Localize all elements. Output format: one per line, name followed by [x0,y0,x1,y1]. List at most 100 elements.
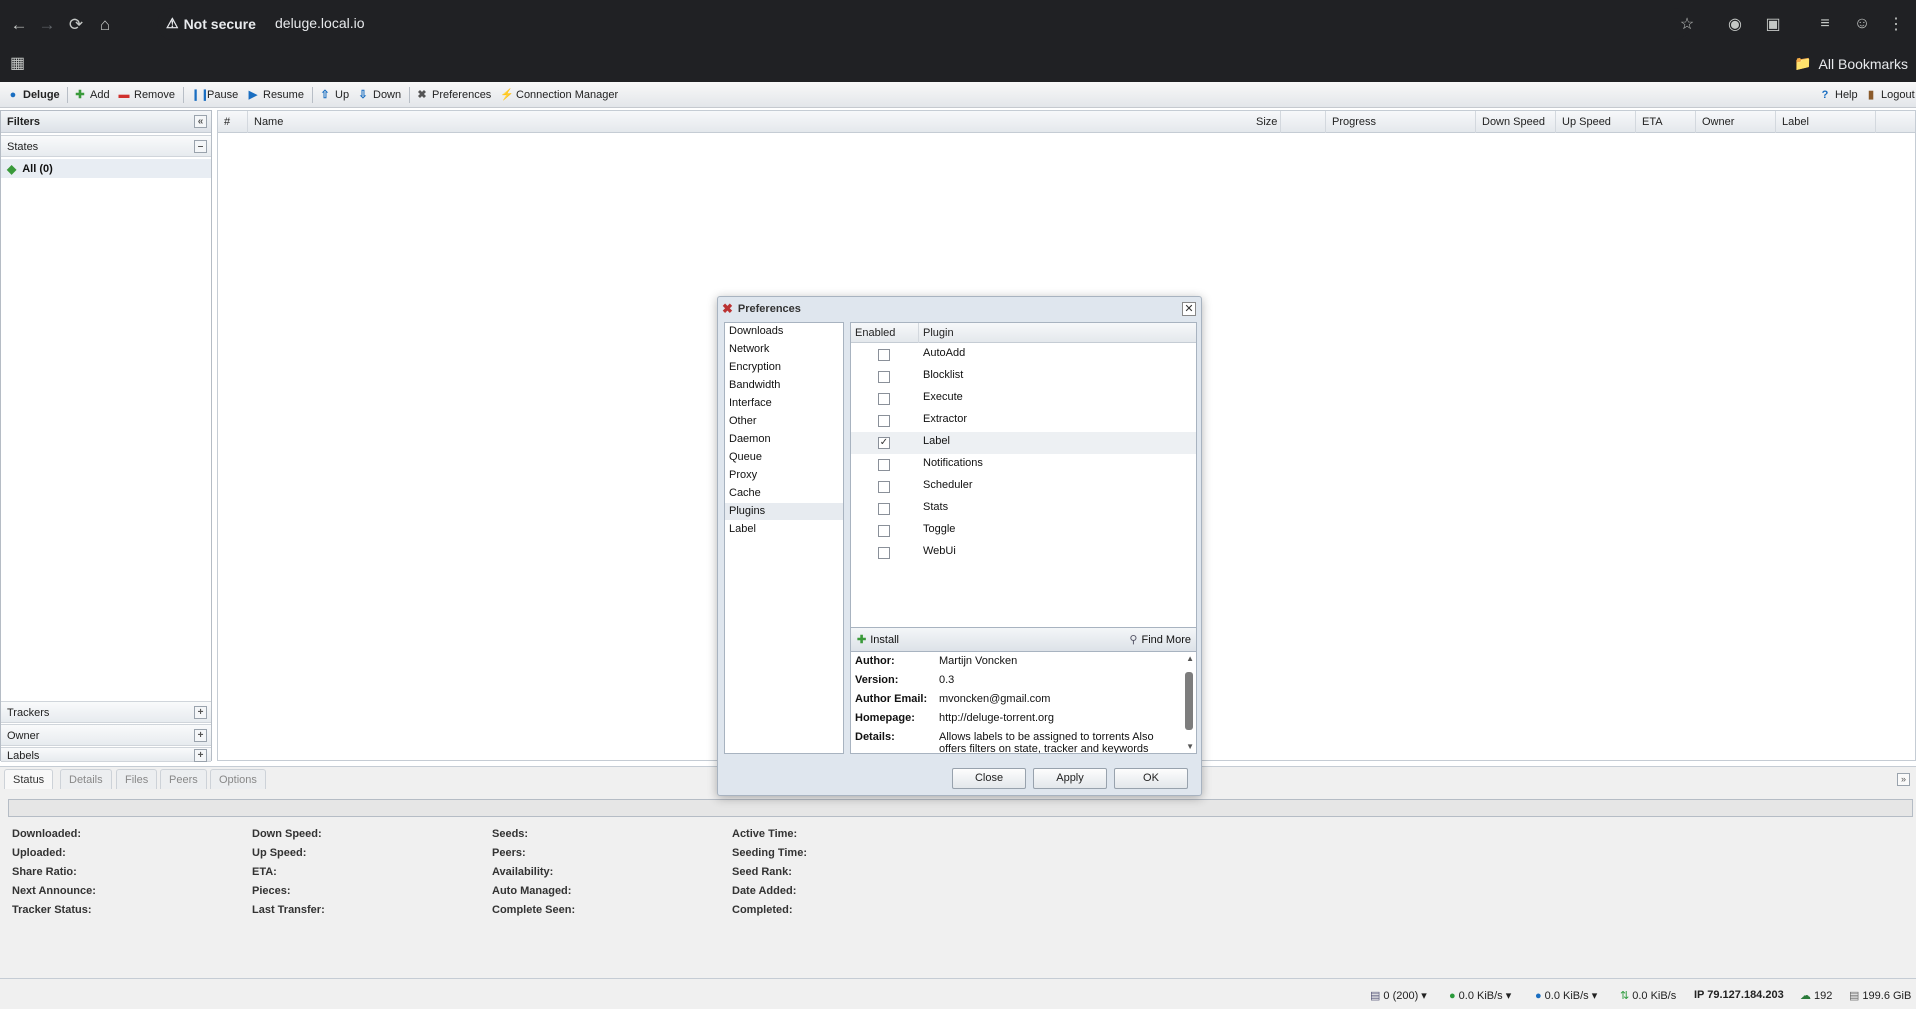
preferences-nav: Downloads Network Encryption Bandwidth I… [724,322,844,754]
reload-icon[interactable]: ⟳ [63,12,89,38]
column-label[interactable]: Label [1776,111,1876,133]
remove-button[interactable]: ▬ Remove [118,87,175,103]
column-size[interactable]: Size [1250,111,1326,133]
puzzle-icon[interactable]: ▣ [1761,12,1785,36]
plugin-enabled-checkbox[interactable] [878,525,890,537]
connections-status[interactable]: ▤ 0 (200) ▾ [1370,989,1427,1003]
down-button[interactable]: ⇩ Down [357,87,401,103]
plugin-enabled-checkbox[interactable] [878,547,890,559]
address-bar[interactable] [157,8,1690,40]
back-icon[interactable]: ← [6,12,32,38]
plugin-enabled-checkbox[interactable] [878,371,890,383]
security-indicator[interactable]: ⚠ Not secure [166,15,256,32]
filter-item-all[interactable]: ◆ All (0) [1,159,211,178]
nav-item-bandwidth[interactable]: Bandwidth [725,377,843,394]
column-owner[interactable]: Owner [1696,111,1776,133]
info-scrollbar[interactable]: ▲ ▼ [1182,652,1196,753]
apply-button[interactable]: Apply [1033,768,1107,789]
scroll-up-icon[interactable]: ▲ [1186,654,1194,663]
plugin-enabled-checkbox[interactable] [878,459,890,471]
column-name[interactable]: Name [248,111,1281,133]
kebab-menu-icon[interactable]: ⋮ [1884,12,1908,36]
plus-toggle-icon[interactable]: + [194,749,207,762]
connection-manager-button[interactable]: ⚡ Connection Manager [500,87,618,103]
plugin-row[interactable]: Toggle [851,520,1196,542]
apps-grid-icon[interactable]: ▦ [10,53,25,73]
plus-toggle-icon[interactable]: + [194,706,207,719]
nav-item-plugins[interactable]: Plugins [725,503,843,520]
upload-speed-status[interactable]: ● 0.0 KiB/s ▾ [1535,989,1597,1003]
collapse-down-icon[interactable]: » [1897,773,1910,786]
tab-options[interactable]: Options [210,769,266,789]
deluge-drop-icon: ● [9,89,17,101]
column-progress[interactable]: Progress [1326,111,1476,133]
plugin-enabled-checkbox[interactable] [878,393,890,405]
ok-button[interactable]: OK [1114,768,1188,789]
labels-header[interactable]: Labels + [1,747,211,762]
add-button[interactable]: ✚ Add [74,87,109,103]
column-up-speed[interactable]: Up Speed [1556,111,1636,133]
states-header[interactable]: States – [1,135,211,157]
close-icon[interactable]: ✕ [1182,302,1196,316]
all-bookmarks-button[interactable]: 📁 All Bookmarks [1794,55,1908,72]
column-enabled[interactable]: Enabled [851,323,919,343]
label-last-transfer: Last Transfer: [252,904,325,916]
forward-icon[interactable]: → [34,12,60,38]
preferences-button[interactable]: ✖ Preferences [416,87,491,103]
tab-peers[interactable]: Peers [160,769,207,789]
nav-item-interface[interactable]: Interface [725,395,843,412]
media-control-icon[interactable]: ≡ [1813,12,1837,36]
plugin-enabled-checkbox[interactable]: ✓ [878,437,890,449]
column-eta[interactable]: ETA [1636,111,1696,133]
up-button[interactable]: ⇧ Up [319,87,349,103]
scrollbar-thumb[interactable] [1185,672,1193,730]
extension-shield-icon[interactable]: ◉ [1723,12,1747,36]
help-button[interactable]: ? Help [1819,87,1858,103]
plugin-row[interactable]: Extractor [851,410,1196,432]
minus-toggle-icon[interactable]: – [194,140,207,153]
plugin-row[interactable]: Scheduler [851,476,1196,498]
column-down-speed[interactable]: Down Speed [1476,111,1556,133]
plugin-enabled-checkbox[interactable] [878,503,890,515]
trackers-header[interactable]: Trackers + [1,701,211,723]
plugin-row[interactable]: ✓ Label [851,432,1196,454]
plugin-row[interactable]: AutoAdd [851,344,1196,366]
nav-item-daemon[interactable]: Daemon [725,431,843,448]
plugin-row[interactable]: Notifications [851,454,1196,476]
url-text[interactable]: deluge.local.io [275,15,365,31]
plus-toggle-icon[interactable]: + [194,729,207,742]
owner-header[interactable]: Owner + [1,724,211,746]
nav-item-proxy[interactable]: Proxy [725,467,843,484]
plugin-row[interactable]: WebUi [851,542,1196,564]
pause-button[interactable]: ❙❙ Pause [191,87,238,103]
tab-details[interactable]: Details [60,769,112,789]
logout-button[interactable]: ▮ Logout [1865,87,1915,103]
plugin-row[interactable]: Blocklist [851,366,1196,388]
nav-item-downloads[interactable]: Downloads [725,323,843,340]
find-more-button[interactable]: ⚲ Find More [1129,633,1191,647]
nav-item-cache[interactable]: Cache [725,485,843,502]
profile-icon[interactable]: ☺ [1850,12,1874,36]
star-icon[interactable]: ☆ [1675,12,1699,36]
collapse-left-icon[interactable]: « [194,115,207,128]
nav-item-label[interactable]: Label [725,521,843,538]
home-icon[interactable]: ⌂ [92,12,118,38]
tab-status[interactable]: Status [4,769,54,789]
resume-button[interactable]: ▶ Resume [247,87,304,103]
nav-item-network[interactable]: Network [725,341,843,358]
nav-item-encryption[interactable]: Encryption [725,359,843,376]
close-button[interactable]: Close [952,768,1026,789]
scroll-down-icon[interactable]: ▼ [1186,742,1194,751]
plugin-row[interactable]: Stats [851,498,1196,520]
plugin-enabled-checkbox[interactable] [878,349,890,361]
plugin-enabled-checkbox[interactable] [878,481,890,493]
plugin-enabled-checkbox[interactable] [878,415,890,427]
column-number[interactable]: # [218,111,248,133]
plugin-row[interactable]: Execute [851,388,1196,410]
install-button[interactable]: ✚ Install [857,633,899,647]
tab-files[interactable]: Files [116,769,158,789]
nav-item-queue[interactable]: Queue [725,449,843,466]
column-plugin[interactable]: Plugin [919,323,1196,343]
download-speed-status[interactable]: ● 0.0 KiB/s ▾ [1449,989,1511,1003]
nav-item-other[interactable]: Other [725,413,843,430]
